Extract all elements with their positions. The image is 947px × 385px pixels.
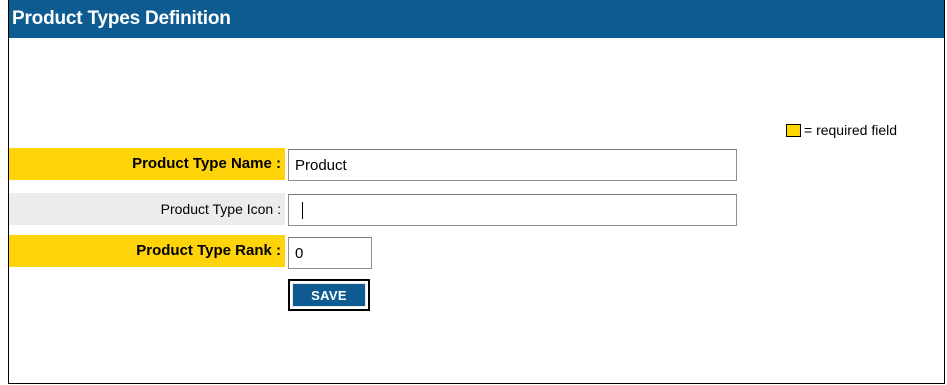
product-type-name-input[interactable] — [288, 149, 737, 181]
required-legend: = required field — [786, 120, 897, 140]
required-swatch-icon — [786, 123, 801, 137]
product-type-name-label: Product Type Name : — [9, 148, 285, 180]
required-legend-text: = required field — [804, 122, 898, 138]
product-type-rank-label: Product Type Rank : — [9, 235, 285, 267]
page-title: Product Types Definition — [12, 8, 231, 29]
header-bar: Product Types Definition — [9, 0, 944, 38]
product-type-rank-input[interactable] — [288, 237, 372, 269]
save-button-frame: SAVE — [288, 279, 370, 311]
product-type-icon-input[interactable] — [288, 194, 737, 226]
save-button[interactable]: SAVE — [292, 283, 366, 307]
product-type-icon-label: Product Type Icon : — [9, 193, 285, 225]
text-caret — [302, 202, 303, 219]
form-frame: Product Types Definition = required fiel… — [8, 0, 945, 384]
